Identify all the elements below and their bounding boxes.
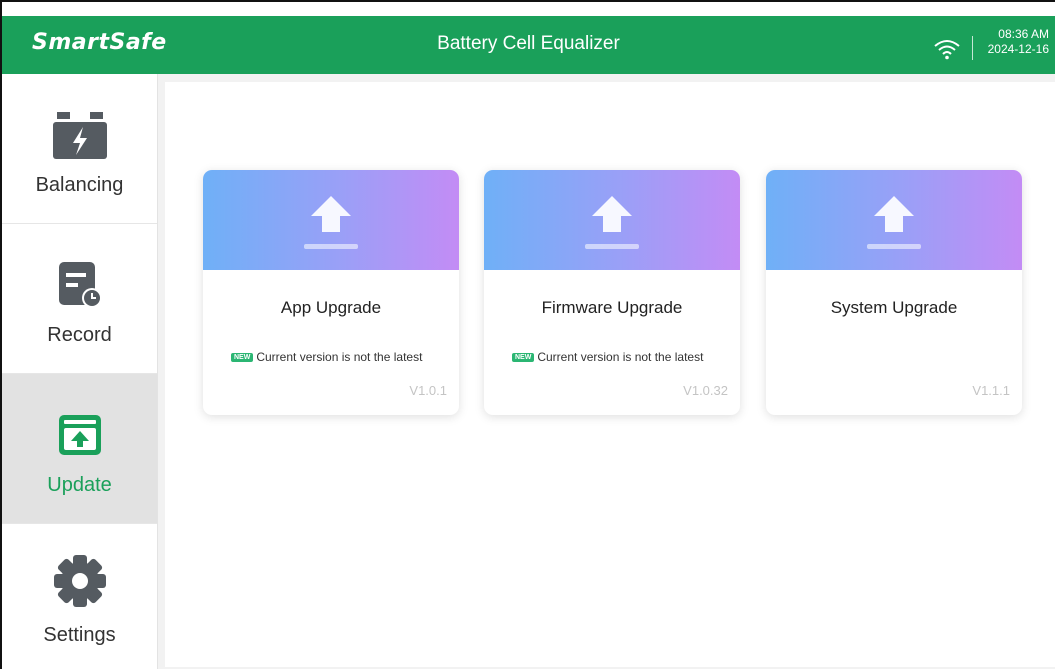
clock: 08:36 AM 2024-12-16 bbox=[988, 27, 1049, 57]
upload-arrow-icon bbox=[867, 196, 921, 249]
sidebar-item-label: Settings bbox=[43, 624, 116, 646]
system-upgrade-card[interactable]: System Upgrade V1.1.1 bbox=[766, 170, 1022, 415]
header-bar: SmartSafe Battery Cell Equalizer 08:36 A… bbox=[2, 16, 1055, 74]
content-panel: App Upgrade NEW Current version is not th… bbox=[165, 82, 1055, 667]
main-content: App Upgrade NEW Current version is not th… bbox=[158, 74, 1055, 669]
card-title: App Upgrade bbox=[280, 298, 382, 317]
new-badge: NEW bbox=[231, 353, 254, 363]
firmware-upgrade-card[interactable]: Firmware Upgrade NEW Current version is n… bbox=[484, 170, 740, 415]
page-title: Battery Cell Equalizer bbox=[437, 33, 620, 54]
card-title: Firmware Upgrade bbox=[541, 298, 683, 317]
version-label: V1.1.1 bbox=[972, 383, 1010, 398]
clock-date: 2024-12-16 bbox=[987, 42, 1049, 56]
card-title: System Upgrade bbox=[830, 298, 958, 317]
upload-box-icon bbox=[58, 415, 101, 455]
app-window: SmartSafe Battery Cell Equalizer 08:36 A… bbox=[0, 0, 1055, 669]
new-badge: NEW bbox=[512, 353, 535, 363]
sidebar-item-settings[interactable]: Settings bbox=[2, 524, 157, 669]
sidebar-item-label: Update bbox=[47, 474, 112, 496]
upload-arrow-icon bbox=[585, 196, 639, 249]
sidebar-item-balancing[interactable]: Balancing bbox=[2, 74, 157, 224]
app-upgrade-card[interactable]: App Upgrade NEW Current version is not th… bbox=[203, 170, 459, 415]
wifi-icon bbox=[934, 40, 960, 60]
sidebar-item-update[interactable]: Update bbox=[2, 374, 157, 524]
gear-icon bbox=[53, 555, 106, 607]
battery-bolt-icon bbox=[52, 112, 107, 159]
version-label: V1.0.32 bbox=[683, 383, 728, 398]
clock-time: 08:36 AM bbox=[998, 27, 1049, 41]
card-banner bbox=[766, 170, 1022, 270]
version-label: V1.0.1 bbox=[409, 383, 447, 398]
notice-text: Current version is not the latest bbox=[256, 350, 423, 364]
update-notice: NEW Current version is not the latest bbox=[231, 350, 422, 364]
upload-arrow-icon bbox=[304, 196, 358, 249]
update-notice: NEW Current version is not the latest bbox=[512, 350, 703, 364]
header-divider bbox=[972, 36, 973, 60]
record-clock-icon bbox=[58, 262, 102, 308]
sidebar: Balancing Record Update Settings bbox=[2, 74, 158, 669]
sidebar-item-label: Record bbox=[47, 324, 112, 346]
card-banner bbox=[203, 170, 459, 270]
sidebar-item-label: Balancing bbox=[35, 174, 124, 196]
notice-text: Current version is not the latest bbox=[537, 350, 704, 364]
sidebar-item-record[interactable]: Record bbox=[2, 224, 157, 374]
card-banner bbox=[484, 170, 740, 270]
